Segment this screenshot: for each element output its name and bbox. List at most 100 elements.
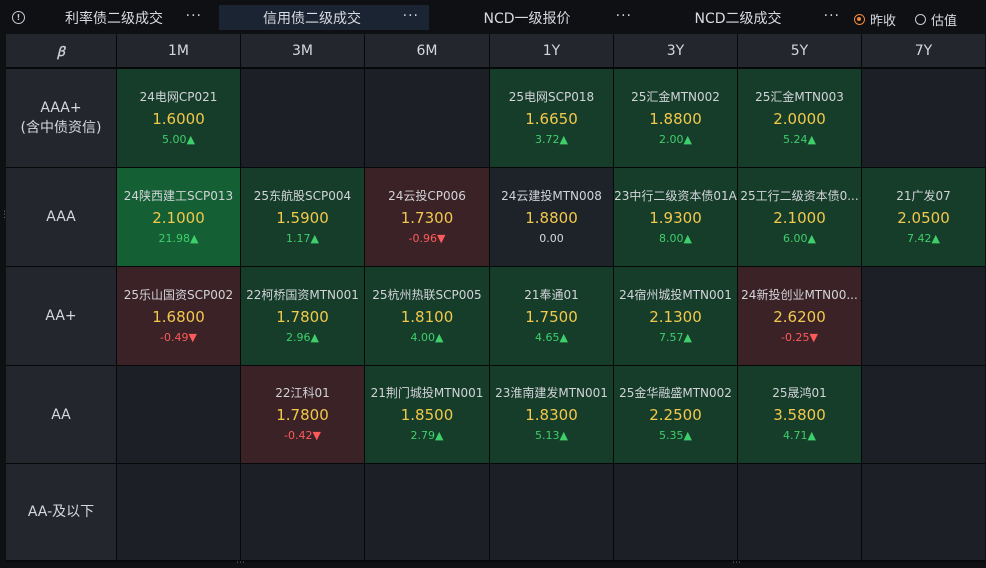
tab-label: 利率债二级成交 <box>65 10 163 27</box>
bond-cell[interactable]: 24陕西建工SCP013 2.1000 21.98▲ <box>117 168 240 266</box>
bond-cell[interactable]: 25汇金MTN003 2.0000 5.24▲ <box>738 69 861 167</box>
bond-change: 21.98▲ <box>158 231 199 245</box>
row-header[interactable]: AAA <box>6 168 116 266</box>
bond-cell[interactable]: 22江科01 1.7800 -0.42▼ <box>241 366 364 463</box>
option-valuation-label: 估值 <box>931 14 958 29</box>
bond-cell[interactable]: 24云建投MTN008 1.8800 0.00 <box>490 168 613 266</box>
bond-cell[interactable]: 21荆门城投MTN001 1.8500 2.79▲ <box>365 366 489 463</box>
bond-cell[interactable]: 21奉通01 1.7500 4.65▲ <box>490 267 613 365</box>
empty-cell <box>490 464 613 560</box>
bond-cell[interactable]: 24电网CP021 1.6000 5.00▲ <box>117 69 240 167</box>
tab-label: 信用债二级成交 <box>263 10 361 27</box>
radio-icon[interactable] <box>915 14 926 25</box>
empty-cell <box>365 69 489 167</box>
bond-cell[interactable]: 22柯桥国资MTN001 1.7800 2.96▲ <box>241 267 364 365</box>
bond-name: 24云建投MTN008 <box>501 188 602 203</box>
bond-change: 4.71▲ <box>783 429 816 442</box>
bond-cell[interactable]: 23中行二级资本债01A 1.9300 8.00▲ <box>614 168 737 266</box>
bond-yield: 1.6000 <box>152 109 205 128</box>
bond-change: -0.25▼ <box>781 330 818 344</box>
option-prev-close-label: 昨收 <box>870 14 897 29</box>
more-icon[interactable]: ··· <box>616 5 632 30</box>
tab-4[interactable]: NCD二级成交 ··· <box>650 5 850 30</box>
bond-yield: 1.7500 <box>525 307 578 326</box>
bond-change: 3.72▲ <box>535 132 568 146</box>
row-header[interactable]: AA+ <box>6 267 116 365</box>
bond-name: 24云投CP006 <box>388 188 466 203</box>
bond-name: 24宿州城投MTN001 <box>619 287 732 302</box>
bond-cell[interactable]: 25工行二级资本债0... 2.1000 6.00▲ <box>738 168 861 266</box>
tab-label: NCD二级成交 <box>694 10 782 27</box>
bond-change: 5.35▲ <box>659 429 692 442</box>
tab-3[interactable]: NCD一级报价 ··· <box>436 5 642 30</box>
bond-name: 21荆门城投MTN001 <box>370 386 484 400</box>
bond-yield: 2.6200 <box>773 307 826 326</box>
column-header-3Y[interactable]: 3Y <box>614 34 737 67</box>
bond-yield: 2.0000 <box>773 109 826 128</box>
info-icon[interactable]: ! <box>12 11 25 24</box>
tab-1[interactable]: 利率债二级成交 ··· <box>40 5 212 30</box>
empty-cell <box>738 464 861 560</box>
bond-name: 24陕西建工SCP013 <box>123 188 234 203</box>
bond-cell[interactable]: 25电网SCP018 1.6650 3.72▲ <box>490 69 613 167</box>
bond-yield: 1.8800 <box>649 109 702 128</box>
column-header-1M[interactable]: 1M <box>117 34 240 67</box>
bond-yield: 1.8500 <box>400 406 454 424</box>
resize-handle-left[interactable]: ⋮ <box>0 210 9 220</box>
bond-name: 24电网CP021 <box>139 89 218 104</box>
bond-name: 25东航股SCP004 <box>253 188 352 203</box>
bond-name: 25杭州热联SCP005 <box>372 287 482 302</box>
bond-name: 25工行二级资本债0... <box>740 188 859 203</box>
bond-cell[interactable]: 25汇金MTN002 1.8800 2.00▲ <box>614 69 737 167</box>
bond-cell[interactable]: 24新投创业MTN00... 2.6200 -0.25▼ <box>738 267 861 365</box>
bond-name: 22江科01 <box>275 386 330 400</box>
bond-yield: 1.8300 <box>525 406 578 424</box>
option-prev-close[interactable]: 昨收 <box>854 10 896 29</box>
bond-change: 7.57▲ <box>659 330 692 344</box>
row-header[interactable]: AA-及以下 <box>6 464 116 560</box>
bond-cell[interactable]: 23淮南建发MTN001 1.8300 5.13▲ <box>490 366 613 463</box>
radio-icon[interactable] <box>854 14 865 25</box>
bond-yield: 3.5800 <box>773 406 826 424</box>
bond-cell[interactable]: 21广发07 2.0500 7.42▲ <box>862 168 985 266</box>
bond-cell[interactable]: 25东航股SCP004 1.5900 1.17▲ <box>241 168 364 266</box>
empty-cell <box>862 267 985 365</box>
bond-name: 25乐山国资SCP002 <box>123 287 234 302</box>
bond-name: 21广发07 <box>896 188 951 203</box>
column-header-6M[interactable]: 6M <box>365 34 489 67</box>
bond-cell[interactable]: 25乐山国资SCP002 1.6800 -0.49▼ <box>117 267 240 365</box>
bond-change: 5.24▲ <box>783 132 816 146</box>
column-header-1Y[interactable]: 1Y <box>490 34 613 67</box>
column-header-3M[interactable]: 3M <box>241 34 364 67</box>
option-valuation[interactable]: 估值 <box>915 10 957 29</box>
column-header-5Y[interactable]: 5Y <box>738 34 861 67</box>
column-header-7Y[interactable]: 7Y <box>862 34 985 67</box>
empty-cell <box>862 366 985 463</box>
bond-yield: 1.9300 <box>649 208 702 227</box>
bond-yield: 1.7800 <box>276 307 329 326</box>
empty-cell <box>117 366 240 463</box>
bond-yield: 1.8100 <box>400 307 454 326</box>
row-header[interactable]: AA <box>6 366 116 463</box>
bond-yield: 1.7800 <box>276 406 329 424</box>
bond-change: 5.00▲ <box>162 132 195 146</box>
bond-cell[interactable]: 25晟鸿01 3.5800 4.71▲ <box>738 366 861 463</box>
bond-change: 0.00 <box>539 231 564 245</box>
bond-cell[interactable]: 25金华融盛MTN002 2.2500 5.35▲ <box>614 366 737 463</box>
bond-yield: 1.8800 <box>525 208 578 227</box>
corner-logo-icon: ꞵ <box>6 34 116 67</box>
bond-name: 24新投创业MTN00... <box>741 287 858 302</box>
more-icon[interactable]: ··· <box>403 5 419 30</box>
bond-cell[interactable]: 24云投CP006 1.7300 -0.96▼ <box>365 168 489 266</box>
bond-name: 21奉通01 <box>524 287 579 302</box>
tab-2[interactable]: 信用债二级成交 ··· <box>219 5 429 30</box>
bond-cell[interactable]: 24宿州城投MTN001 2.1300 7.57▲ <box>614 267 737 365</box>
bond-cell[interactable]: 25杭州热联SCP005 1.8100 4.00▲ <box>365 267 489 365</box>
credit-bond-matrix: ꞵ 1M 3M 6M 1Y 3Y 5Y 7Y AAA+ (含中债资信) 24电网CP021 1.60… <box>6 34 985 562</box>
more-icon[interactable]: ··· <box>824 5 840 30</box>
row-header[interactable]: AAA+ (含中债资信) <box>6 69 116 167</box>
more-icon[interactable]: ··· <box>186 5 202 30</box>
bond-yield: 2.1000 <box>152 208 205 227</box>
empty-cell <box>241 69 364 167</box>
bond-change: -0.42▼ <box>284 429 321 442</box>
